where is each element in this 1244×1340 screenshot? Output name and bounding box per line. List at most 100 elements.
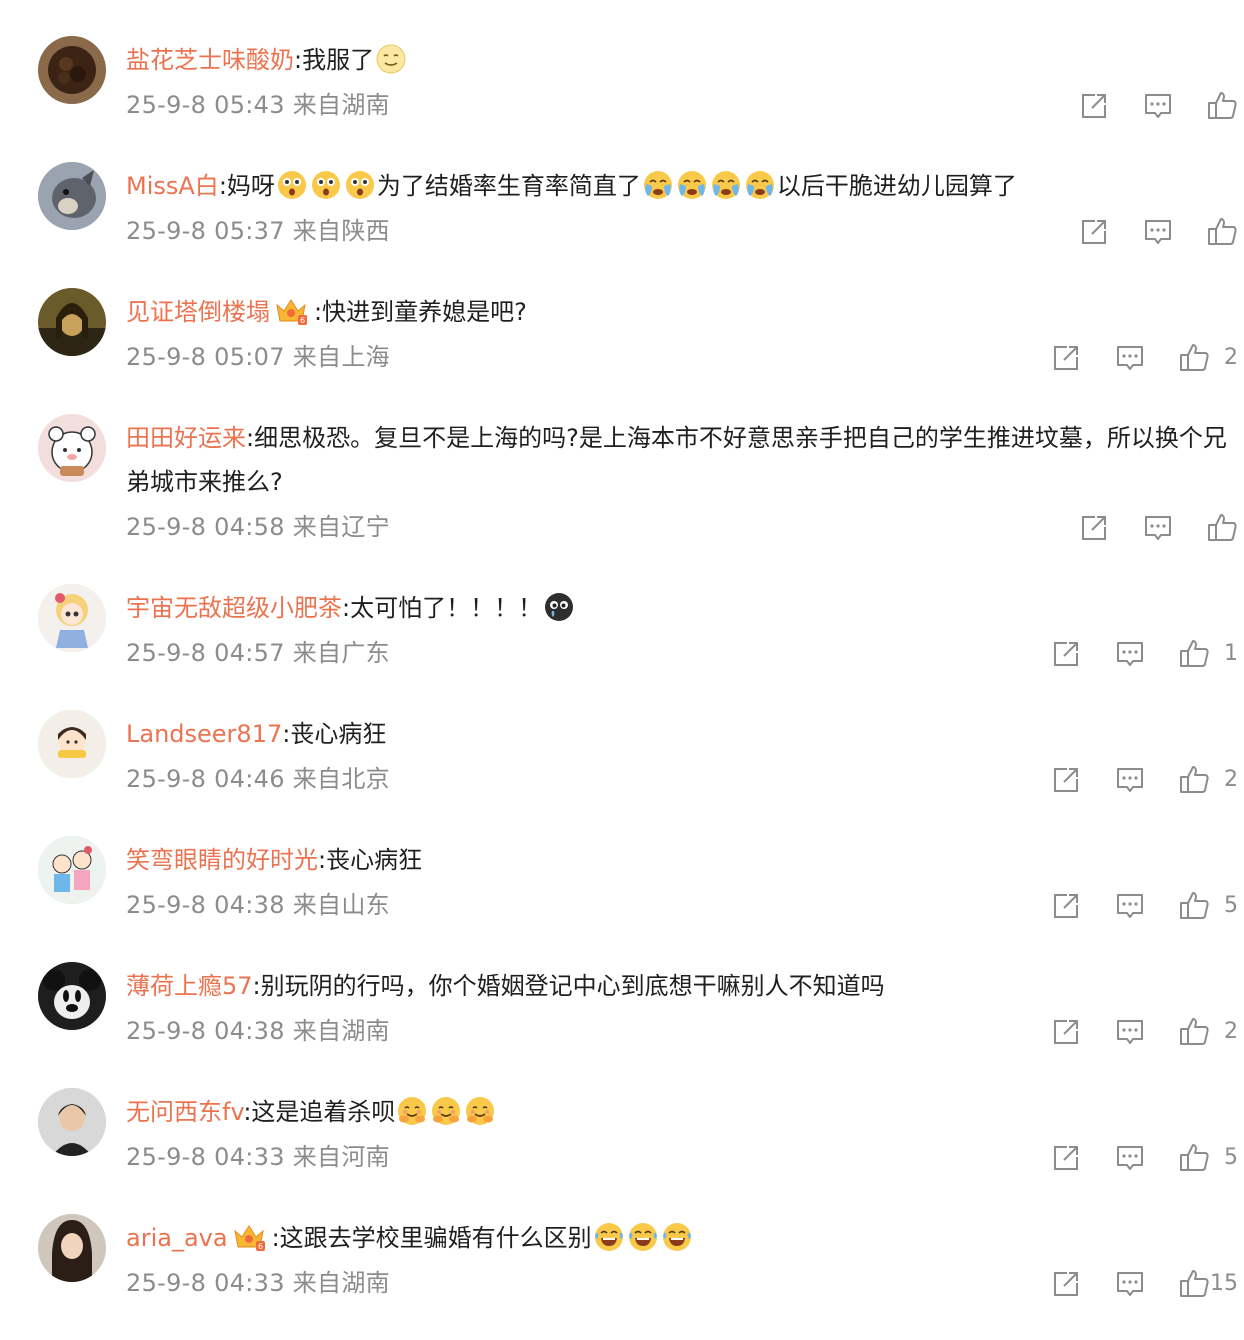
comment-location: 来自湖南 bbox=[292, 1269, 390, 1297]
comment-timestamp: 25-9-8 04:58 bbox=[126, 513, 285, 541]
svg-text:6: 6 bbox=[300, 316, 305, 325]
reply-button[interactable] bbox=[1114, 764, 1146, 796]
username-link[interactable]: 无问西东fv bbox=[126, 1098, 243, 1126]
like-button[interactable] bbox=[1206, 90, 1238, 122]
comment-content: 薄荷上瘾57:别玩阴的行吗，你个婚姻登记中心到底想干嘛别人不知道吗 25-9-8 … bbox=[126, 964, 1238, 1045]
thumbs-up-icon bbox=[1206, 216, 1238, 248]
comment-meta: 25-9-8 04:58 来自辽宁 bbox=[126, 512, 390, 542]
share-icon bbox=[1050, 764, 1082, 796]
user-avatar[interactable] bbox=[38, 288, 106, 356]
comment-location: 来自陕西 bbox=[292, 217, 390, 245]
share-icon bbox=[1050, 1142, 1082, 1174]
username-link[interactable]: 薄荷上瘾57 bbox=[126, 972, 253, 1000]
share-button[interactable] bbox=[1050, 638, 1082, 670]
like-count: 15 bbox=[1210, 1271, 1238, 1296]
like-button[interactable] bbox=[1178, 342, 1210, 374]
username-link[interactable]: MissA白 bbox=[126, 172, 219, 200]
like-button[interactable] bbox=[1178, 638, 1210, 670]
crying-face-emoji-icon bbox=[710, 169, 742, 201]
reply-button[interactable] bbox=[1114, 1016, 1146, 1048]
user-avatar[interactable] bbox=[38, 414, 106, 482]
username-link[interactable]: Landseer817 bbox=[126, 720, 282, 748]
username-link[interactable]: 田田好运来 bbox=[126, 424, 246, 452]
user-avatar[interactable] bbox=[38, 1088, 106, 1156]
comment-meta: 25-9-8 05:07 来自上海 bbox=[126, 342, 390, 372]
like-button[interactable] bbox=[1178, 1016, 1210, 1048]
comment-meta: 25-9-8 05:37 来自陕西 bbox=[126, 216, 390, 246]
reply-button[interactable] bbox=[1114, 890, 1146, 922]
reply-button[interactable] bbox=[1142, 216, 1174, 248]
comment-item: 宇宙无敌超级小肥茶:太可怕了！！！！ 25-9-8 04:57 来自广东 1 bbox=[0, 584, 1244, 710]
reply-button[interactable] bbox=[1114, 638, 1146, 670]
like-button[interactable] bbox=[1206, 216, 1238, 248]
reply-button[interactable] bbox=[1142, 512, 1174, 544]
crying-face-emoji-icon bbox=[744, 169, 776, 201]
share-icon bbox=[1050, 638, 1082, 670]
reply-button[interactable] bbox=[1114, 342, 1146, 374]
user-avatar[interactable] bbox=[38, 1214, 106, 1282]
comment-meta: 25-9-8 05:43 来自湖南 bbox=[126, 90, 390, 120]
svg-text:6: 6 bbox=[258, 1242, 263, 1251]
share-button[interactable] bbox=[1050, 890, 1082, 922]
share-button[interactable] bbox=[1078, 512, 1110, 544]
comment-text: 田田好运来:细思极恐。复旦不是上海的吗?是上海本市不好意思亲手把自己的学生推进坟… bbox=[126, 416, 1238, 504]
comment-content: 盐花芝士味酸奶:我服了 25-9-8 05:43 来自湖南 bbox=[126, 38, 1238, 119]
like-button[interactable] bbox=[1178, 1268, 1210, 1300]
comment-body-text: :太可怕了！！！！ bbox=[342, 594, 543, 622]
share-button[interactable] bbox=[1078, 90, 1110, 122]
comment-actions: 2 bbox=[1048, 764, 1238, 798]
username-link[interactable]: 盐花芝士味酸奶 bbox=[126, 46, 294, 74]
comment-content: 无问西东fv:这是追着杀呗 25-9-8 04:33 来自河南 bbox=[126, 1090, 1238, 1171]
comment-item: 田田好运来:细思极恐。复旦不是上海的吗?是上海本市不好意思亲手把自己的学生推进坟… bbox=[0, 414, 1244, 541]
username-link[interactable]: 笑弯眼睛的好时光 bbox=[126, 846, 318, 874]
share-button[interactable] bbox=[1050, 1268, 1082, 1300]
share-button[interactable] bbox=[1078, 216, 1110, 248]
user-avatar[interactable] bbox=[38, 836, 106, 904]
comment-content: 田田好运来:细思极恐。复旦不是上海的吗?是上海本市不好意思亲手把自己的学生推进坟… bbox=[126, 416, 1238, 541]
thumbs-up-icon bbox=[1178, 342, 1210, 374]
comment-location: 来自北京 bbox=[292, 765, 390, 793]
like-button[interactable] bbox=[1178, 1142, 1210, 1174]
thumbs-up-icon bbox=[1206, 512, 1238, 544]
user-avatar[interactable] bbox=[38, 962, 106, 1030]
reply-button[interactable] bbox=[1114, 1268, 1146, 1300]
share-button[interactable] bbox=[1050, 1016, 1082, 1048]
share-button[interactable] bbox=[1050, 764, 1082, 796]
username-link[interactable]: 宇宙无敌超级小肥茶 bbox=[126, 594, 342, 622]
comment-location: 来自广东 bbox=[292, 639, 390, 667]
comment-icon bbox=[1114, 890, 1146, 922]
comment-body-text: :别玩阴的行吗，你个婚姻登记中心到底想干嘛别人不知道吗 bbox=[252, 972, 885, 1000]
share-button[interactable] bbox=[1050, 1142, 1082, 1174]
comment-actions: 5 bbox=[1048, 890, 1238, 924]
crying-face-emoji-icon bbox=[642, 169, 674, 201]
comment-item: 笑弯眼睛的好时光:丧心病狂 25-9-8 04:38 来自山东 5 bbox=[0, 836, 1244, 962]
comment-actions: 15 bbox=[1048, 1268, 1238, 1302]
comment-text: Landseer817:丧心病狂 bbox=[126, 712, 1238, 756]
user-avatar[interactable] bbox=[38, 710, 106, 778]
comment-item: 盐花芝士味酸奶:我服了 25-9-8 05:43 来自湖南 bbox=[0, 36, 1244, 162]
comment-body-text: :妈呀 bbox=[218, 172, 275, 200]
username-link[interactable]: 见证塔倒楼塌 bbox=[126, 298, 270, 326]
user-avatar[interactable] bbox=[38, 162, 106, 230]
comment-timestamp: 25-9-8 04:33 bbox=[126, 1269, 285, 1297]
like-button[interactable] bbox=[1178, 890, 1210, 922]
laughing-tears-face-emoji-icon bbox=[627, 1221, 659, 1253]
comment-timestamp: 25-9-8 04:38 bbox=[126, 1017, 285, 1045]
user-avatar[interactable] bbox=[38, 36, 106, 104]
user-avatar[interactable] bbox=[38, 584, 106, 652]
comment-timestamp: 25-9-8 05:37 bbox=[126, 217, 285, 245]
like-button[interactable] bbox=[1178, 764, 1210, 796]
hug-face-emoji-icon bbox=[464, 1095, 496, 1127]
comment-text: MissA白:妈呀 为了结婚率生育率简直了 以后干脆进幼儿园算了 bbox=[126, 164, 1238, 208]
like-button[interactable] bbox=[1206, 512, 1238, 544]
username-link[interactable]: aria_ava bbox=[126, 1224, 228, 1252]
comment-actions: 2 bbox=[1048, 342, 1238, 376]
comment-meta: 25-9-8 04:38 来自湖南 bbox=[126, 1016, 390, 1046]
comment-text: 笑弯眼睛的好时光:丧心病狂 bbox=[126, 838, 1238, 882]
reply-button[interactable] bbox=[1114, 1142, 1146, 1174]
share-button[interactable] bbox=[1050, 342, 1082, 374]
reply-button[interactable] bbox=[1142, 90, 1174, 122]
comment-body-text: :丧心病狂 bbox=[282, 720, 387, 748]
comment-timestamp: 25-9-8 05:07 bbox=[126, 343, 285, 371]
like-count: 2 bbox=[1224, 1019, 1238, 1044]
